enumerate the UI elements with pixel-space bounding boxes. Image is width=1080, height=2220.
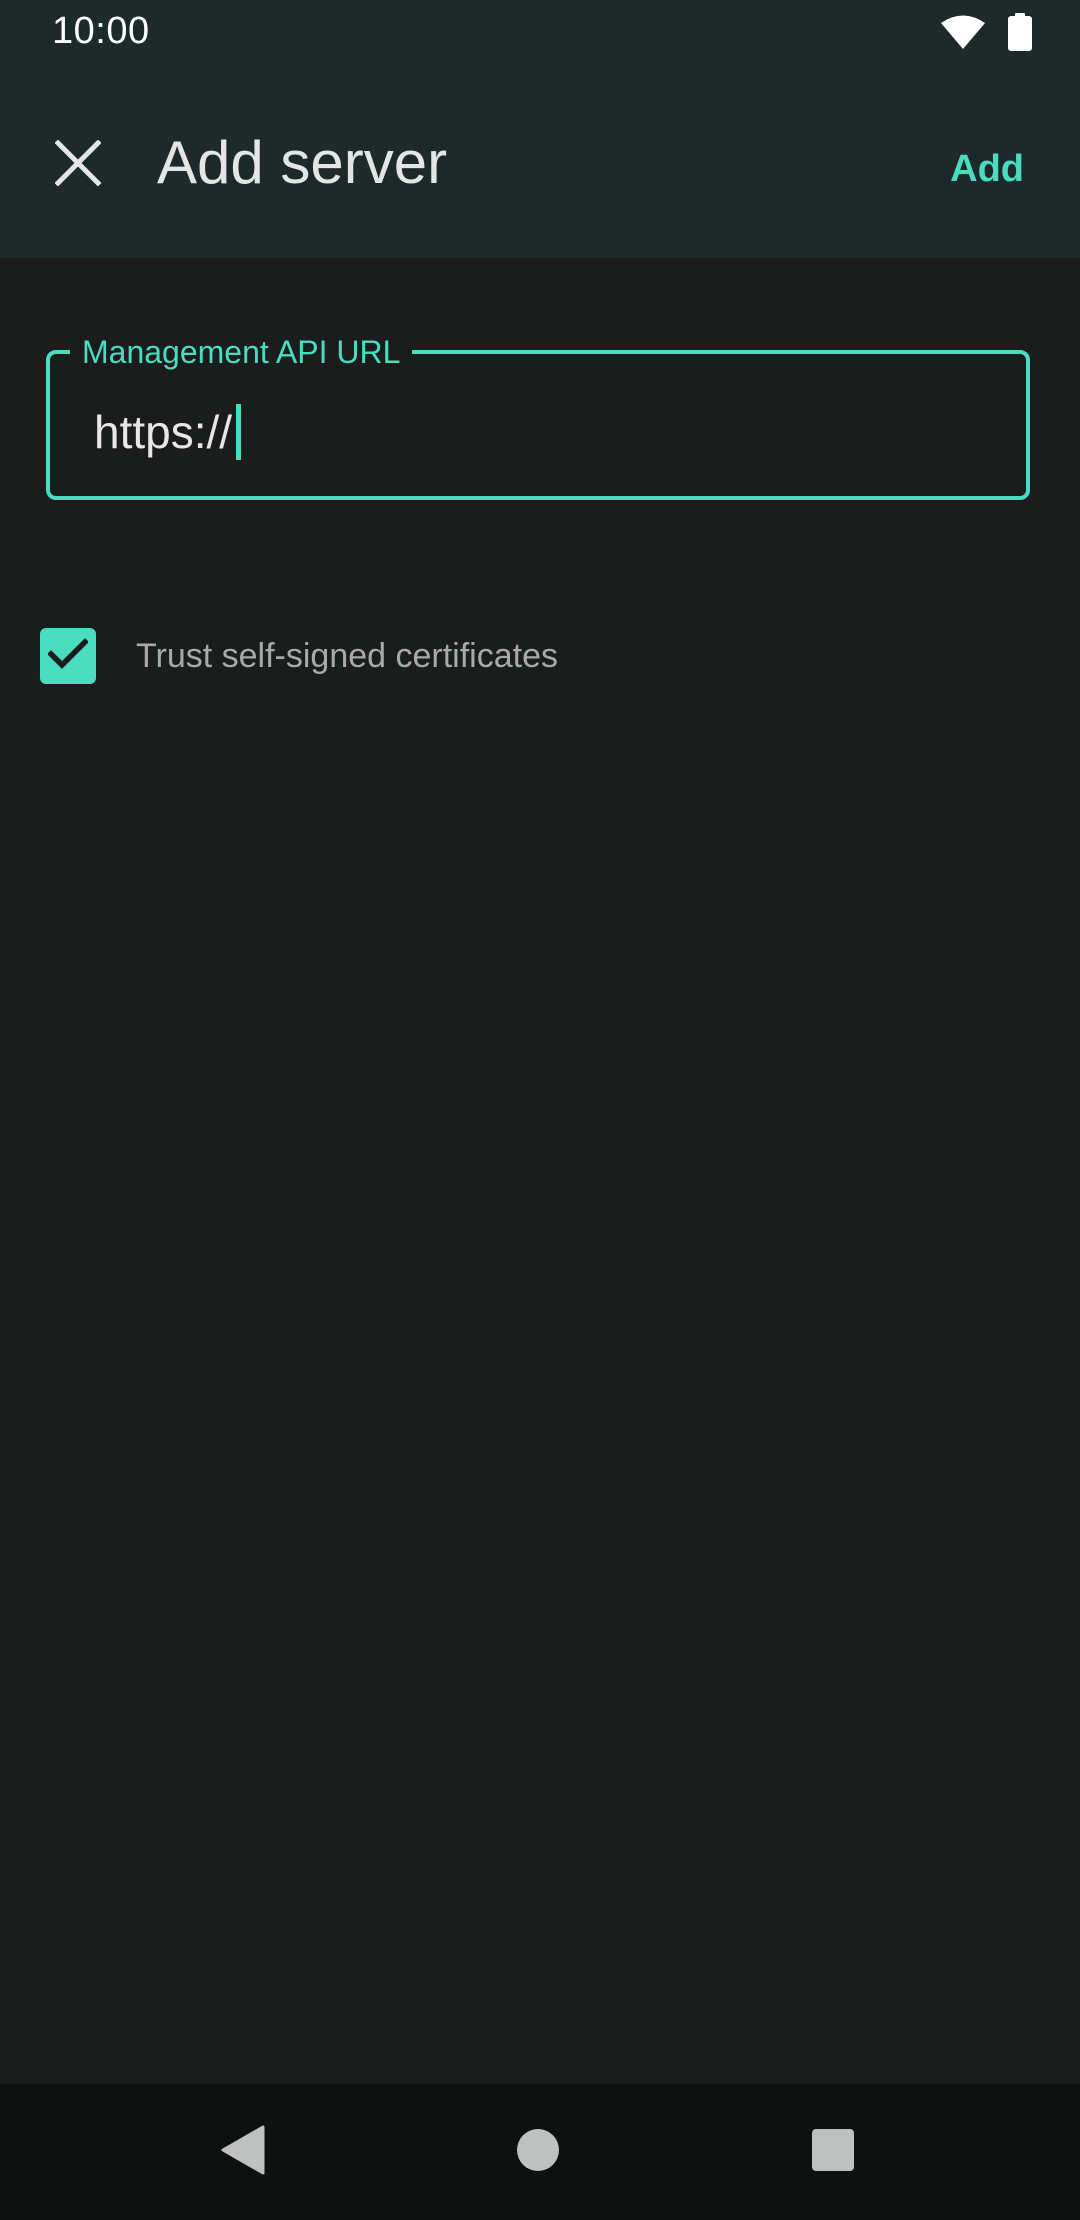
status-bar: 10:00	[0, 0, 1080, 68]
add-server-screen: 10:00 Add server Add Management API URL …	[0, 0, 1080, 2220]
close-button[interactable]	[36, 123, 120, 207]
checkmark-icon	[47, 637, 89, 675]
back-icon	[221, 2125, 265, 2180]
app-bar: Add server Add	[0, 68, 1080, 258]
trust-self-signed-label: Trust self-signed certificates	[136, 636, 558, 675]
trust-self-signed-checkbox[interactable]	[40, 628, 96, 684]
battery-icon	[1008, 12, 1032, 56]
management-api-url-field[interactable]: Management API URL https://	[46, 334, 1030, 500]
back-button[interactable]	[213, 2122, 273, 2182]
navigation-bar	[0, 2084, 1080, 2220]
management-api-url-input[interactable]: https://	[94, 404, 242, 460]
add-button[interactable]: Add	[950, 148, 1024, 191]
home-button[interactable]	[508, 2122, 568, 2182]
management-api-url-label: Management API URL	[70, 334, 413, 370]
close-icon	[54, 138, 102, 191]
recents-button[interactable]	[803, 2122, 863, 2182]
home-icon	[516, 2128, 560, 2177]
status-time: 10:00	[52, 10, 150, 52]
recents-icon	[811, 2128, 855, 2177]
page-title: Add server	[157, 129, 448, 196]
text-cursor	[236, 404, 242, 460]
status-icons	[940, 12, 1032, 56]
trust-self-signed-row[interactable]: Trust self-signed certificates	[40, 628, 558, 684]
management-api-url-value: https://	[94, 406, 233, 458]
wifi-icon	[940, 14, 986, 55]
